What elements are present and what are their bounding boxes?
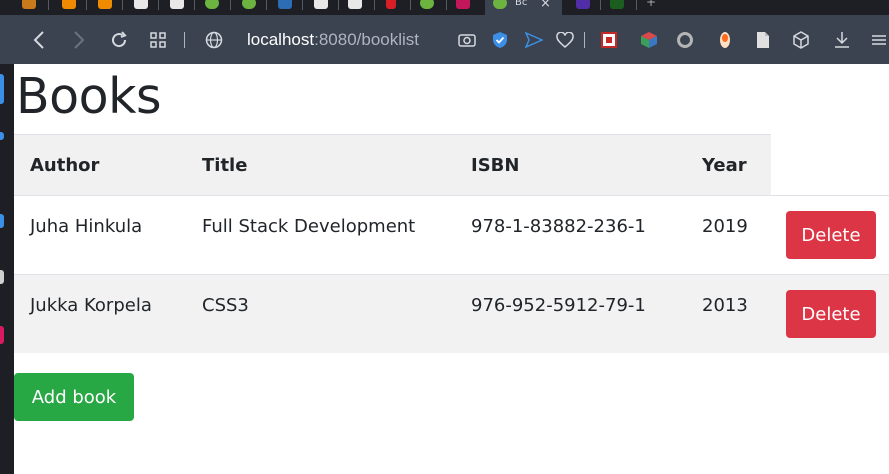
tab-favicon-icon[interactable] xyxy=(348,0,362,9)
delete-button[interactable]: Delete xyxy=(786,290,876,338)
ring-icon[interactable] xyxy=(674,15,696,64)
forward-icon[interactable] xyxy=(66,15,92,64)
url-path: :8080/booklist xyxy=(314,30,420,49)
send-icon[interactable] xyxy=(523,15,545,64)
tab-favicon-icon[interactable] xyxy=(205,0,219,9)
toolbar-divider xyxy=(182,15,186,64)
tab-favicon-icon[interactable] xyxy=(420,0,434,9)
browser-side-panel xyxy=(0,64,14,474)
back-icon[interactable] xyxy=(26,15,52,64)
download-icon[interactable] xyxy=(831,15,853,64)
speed-dial-icon[interactable] xyxy=(147,15,169,64)
cell-title: CSS3 xyxy=(202,295,249,316)
panel-item-icon[interactable] xyxy=(0,270,4,284)
booklist-page: Books Author Title ISBN Year Juha Hinkul… xyxy=(14,64,889,474)
column-header-title: Title xyxy=(202,155,248,176)
tab-separator xyxy=(338,0,339,10)
cell-author: Juha Hinkula xyxy=(30,216,143,237)
cell-author: Jukka Korpela xyxy=(30,295,152,316)
tab-separator xyxy=(194,0,195,10)
tab-favicon-icon xyxy=(493,0,507,9)
tab-favicon-icon[interactable] xyxy=(134,0,148,9)
tab-separator xyxy=(410,0,411,10)
address-bar[interactable]: localhost:8080/booklist xyxy=(247,15,419,64)
tab-favicon-icon[interactable] xyxy=(62,0,76,9)
tab-favicon-icon[interactable] xyxy=(314,0,328,9)
panel-item-icon[interactable] xyxy=(0,214,4,228)
tab-favicon-icon[interactable] xyxy=(98,0,112,9)
column-header-isbn: ISBN xyxy=(471,155,520,176)
tab-separator xyxy=(122,0,123,10)
delete-button[interactable]: Delete xyxy=(786,211,876,259)
panel-item-icon[interactable] xyxy=(0,74,4,104)
camera-icon[interactable] xyxy=(456,15,478,64)
tab-favicon-icon[interactable] xyxy=(242,0,256,9)
close-icon[interactable]: × xyxy=(540,0,551,11)
document-icon[interactable] xyxy=(752,15,774,64)
panel-item-icon[interactable] xyxy=(0,326,4,344)
browser-tab-strip: Bc × + xyxy=(0,0,889,15)
page-title: Books xyxy=(16,68,161,125)
tab-separator xyxy=(636,0,637,10)
cell-year: 2013 xyxy=(702,295,748,316)
tab-separator xyxy=(266,0,267,10)
tab-separator xyxy=(600,0,601,10)
column-header-author: Author xyxy=(30,155,100,176)
cell-isbn: 976-952-5912-79-1 xyxy=(471,295,646,316)
tab-favicon-icon[interactable] xyxy=(576,0,590,9)
table-row: Jukka Korpela CSS3 976-952-5912-79-1 201… xyxy=(14,275,889,353)
panel-item-icon[interactable] xyxy=(0,132,4,140)
tab-favicon-icon[interactable] xyxy=(278,0,292,9)
toolbar-divider xyxy=(582,15,586,64)
globe-icon[interactable] xyxy=(203,15,225,64)
heart-icon[interactable] xyxy=(554,15,576,64)
tab-separator xyxy=(158,0,159,10)
tab-separator xyxy=(446,0,447,10)
cell-title: Full Stack Development xyxy=(202,216,416,237)
tab-active[interactable]: Bc × xyxy=(485,0,562,15)
tab-favicon-icon[interactable] xyxy=(22,0,36,9)
extension-icon[interactable] xyxy=(598,15,620,64)
tab-favicon-icon[interactable] xyxy=(170,0,184,9)
tab-title: Bc xyxy=(515,0,528,8)
box-icon[interactable] xyxy=(790,15,812,64)
tab-separator xyxy=(86,0,87,10)
tab-separator xyxy=(48,0,49,10)
table-header: Author Title ISBN Year xyxy=(14,134,771,196)
column-header-year: Year xyxy=(702,155,747,176)
url-host: localhost xyxy=(247,30,315,49)
cube-color-icon[interactable] xyxy=(638,15,660,64)
tab-favicon-icon[interactable] xyxy=(386,0,396,9)
tab-favicon-icon[interactable] xyxy=(610,0,624,9)
cell-isbn: 978-1-83882-236-1 xyxy=(471,216,646,237)
tab-favicon-icon[interactable] xyxy=(456,0,470,9)
new-tab-icon[interactable]: + xyxy=(646,0,656,9)
tab-separator xyxy=(230,0,231,10)
table-row: Juha Hinkula Full Stack Development 978-… xyxy=(14,196,889,274)
shield-icon[interactable] xyxy=(489,15,511,64)
firefox-extension-icon[interactable] xyxy=(714,15,736,64)
menu-icon[interactable] xyxy=(869,15,889,64)
browser-toolbar xyxy=(0,15,889,64)
reload-icon[interactable] xyxy=(107,15,131,64)
tab-separator xyxy=(374,0,375,10)
tab-separator xyxy=(302,0,303,10)
cell-year: 2019 xyxy=(702,216,748,237)
add-book-button[interactable]: Add book xyxy=(14,373,134,421)
